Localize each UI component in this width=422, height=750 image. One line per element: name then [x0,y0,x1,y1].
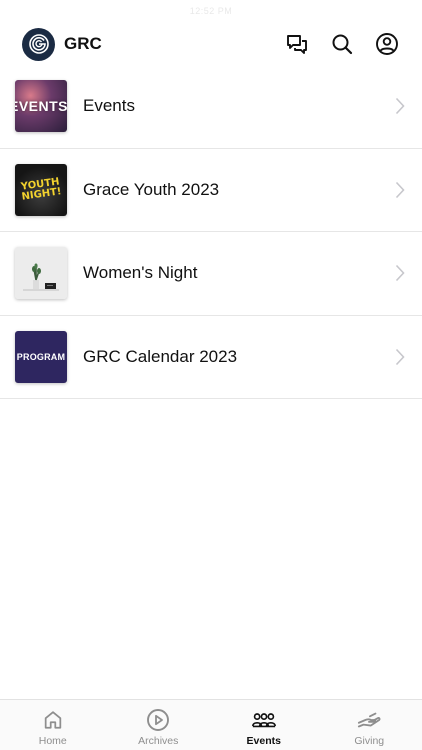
events-screen: 12:52 PM GRC VENTS Events YOUTH NIGHT! G… [0,0,422,750]
list-item-label: Grace Youth 2023 [83,179,220,199]
status-time: 12:52 PM [189,6,233,16]
womens-night-thumbnail [15,247,67,300]
app-header: GRC [0,22,422,66]
events-thumbnail: EVENTS [15,80,67,133]
events-thumb-text: EVENTS [15,98,67,115]
tab-giving[interactable]: Giving [317,700,422,750]
chevron-right-icon [394,264,406,282]
list-item-label: GRC Calendar 2023 [83,346,238,366]
list-item-label: Women's Night [83,263,198,283]
home-icon [41,708,65,732]
tab-label: Events [246,735,281,747]
tab-archives[interactable]: Archives [106,700,212,750]
tab-label: Giving [354,735,385,747]
header-actions [265,31,400,57]
chevron-right-icon [394,348,406,366]
status-bar: 12:52 PM [0,0,422,22]
list-item-events[interactable]: EVENTS Events [0,65,422,149]
tab-label: Home [38,735,67,747]
grc-logo [22,27,55,61]
list-item-womens-night[interactable]: Women's Night [0,232,422,316]
events-list: EVENTS Events YOUTH NIGHT! Grace Youth 2… [0,65,422,399]
search-icon[interactable] [329,31,355,57]
plant-decor-image [15,247,67,300]
list-item-grace-youth[interactable]: YOUTH NIGHT! Grace Youth 2023 [0,149,422,232]
grc-logo-icon [28,34,49,54]
youth-night-thumbnail: YOUTH NIGHT! [15,163,67,216]
tab-home[interactable]: Home [0,700,106,750]
list-item-label: Events [83,96,135,116]
program-thumb-text: PROGRAM [16,351,66,362]
chat-icon[interactable] [284,31,310,57]
chevron-right-icon [394,181,406,199]
account-icon[interactable] [374,31,400,57]
bottom-tab-bar: Home Archives Events Giving [0,699,422,750]
people-icon [251,708,276,732]
app-title: GRC [64,34,102,53]
chevron-right-icon [394,97,406,115]
tab-label: Archives [138,735,179,747]
program-thumbnail: PROGRAM [15,330,67,383]
youth-thumb-text: YOUTH NIGHT! [20,176,63,203]
tab-events[interactable]: Events [211,700,317,750]
giving-hand-icon [357,708,381,732]
play-icon [146,708,170,732]
list-item-grc-calendar[interactable]: PROGRAM GRC Calendar 2023 [0,316,422,399]
